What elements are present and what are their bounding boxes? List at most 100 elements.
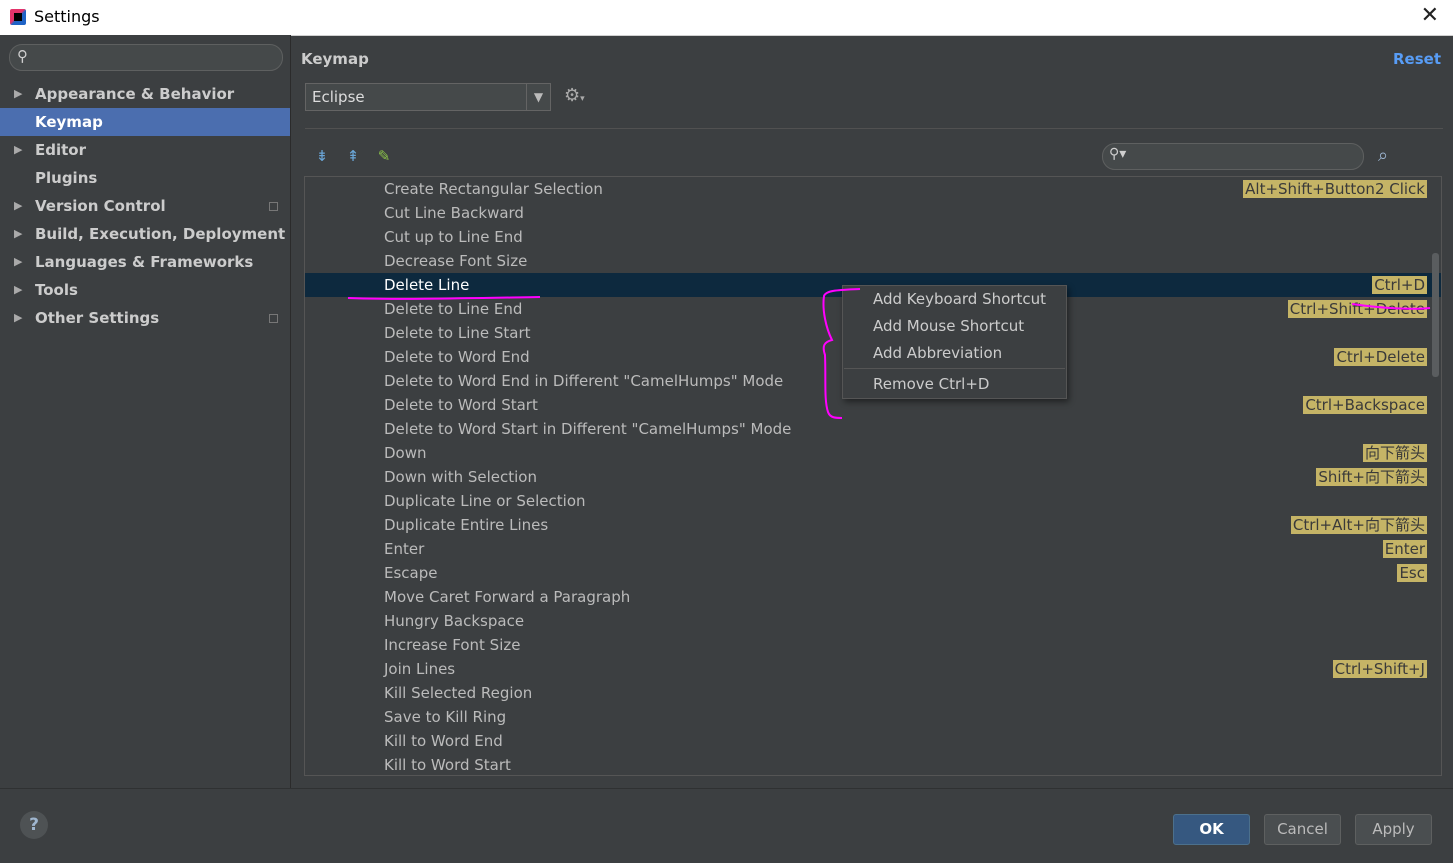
menu-item-add-keyboard-shortcut[interactable]: Add Keyboard Shortcut bbox=[873, 290, 1046, 308]
shortcut-badge: Shift+向下箭头 bbox=[1316, 468, 1427, 486]
action-name: Delete to Line End bbox=[384, 300, 523, 318]
search-icon: ⚲ bbox=[17, 47, 28, 65]
project-scope-icon bbox=[269, 202, 278, 211]
sidebar-item-build-execution-deployment[interactable]: ▶ Build, Execution, Deployment bbox=[0, 220, 290, 248]
sidebar-item-label: Tools bbox=[35, 281, 78, 299]
menu-item-add-mouse-shortcut[interactable]: Add Mouse Shortcut bbox=[873, 317, 1024, 335]
action-search-input[interactable]: ⚲▾ bbox=[1102, 143, 1364, 170]
expand-arrow-icon[interactable]: ▶ bbox=[14, 192, 22, 220]
expand-arrow-icon[interactable]: ▶ bbox=[14, 80, 22, 108]
action-name: Create Rectangular Selection bbox=[384, 180, 603, 198]
action-row[interactable]: Save to Kill Ring bbox=[305, 705, 1441, 729]
action-row[interactable]: Create Rectangular Selection Alt+Shift+Bu… bbox=[305, 177, 1441, 201]
sidebar-item-label: Languages & Frameworks bbox=[35, 253, 254, 271]
apply-button[interactable]: Apply bbox=[1355, 814, 1432, 845]
close-icon[interactable]: ✕ bbox=[1421, 3, 1439, 28]
action-row[interactable]: Cut Line Backward bbox=[305, 201, 1441, 225]
action-name: Kill Selected Region bbox=[384, 684, 533, 702]
menu-separator bbox=[844, 368, 1065, 369]
sidebar-item-keymap[interactable]: Keymap bbox=[0, 108, 290, 136]
action-row[interactable]: Join Lines Ctrl+Shift+J bbox=[305, 657, 1441, 681]
project-scope-icon bbox=[269, 314, 278, 323]
keymap-panel: Keymap Reset Eclipse ▼ ⚙▾ ⇟ ⇞ ✎ ⚲▾ ⌕ Cre… bbox=[291, 35, 1453, 788]
action-row[interactable]: Duplicate Line or Selection bbox=[305, 489, 1441, 513]
action-row[interactable]: Enter Enter bbox=[305, 537, 1441, 561]
menu-item-remove-shortcut[interactable]: Remove Ctrl+D bbox=[873, 375, 989, 393]
section-divider bbox=[305, 128, 1443, 129]
window-title-bar: Settings ✕ bbox=[0, 0, 1453, 36]
action-name: Delete to Word End in Different "CamelHu… bbox=[384, 372, 784, 390]
action-row[interactable]: Down 向下箭头 bbox=[305, 441, 1441, 465]
settings-nav: ▶ Appearance & Behavior Keymap ▶ Editor … bbox=[0, 80, 290, 332]
sidebar-item-other-settings[interactable]: ▶ Other Settings bbox=[0, 304, 290, 332]
chevron-down-icon[interactable]: ▼ bbox=[526, 84, 550, 110]
sidebar-item-label: Editor bbox=[35, 141, 86, 159]
action-row[interactable]: Down with Selection Shift+向下箭头 bbox=[305, 465, 1441, 489]
action-name: Move Caret Forward a Paragraph bbox=[384, 588, 631, 606]
expand-arrow-icon[interactable]: ▶ bbox=[14, 136, 22, 164]
context-menu: Add Keyboard Shortcut Add Mouse Shortcut… bbox=[842, 285, 1067, 399]
action-row[interactable]: Escape Esc bbox=[305, 561, 1441, 585]
expand-all-icon[interactable]: ⇟ bbox=[313, 147, 331, 165]
sidebar-item-version-control[interactable]: ▶ Version Control bbox=[0, 192, 290, 220]
footer-divider bbox=[0, 788, 1453, 789]
shortcut-badge: Ctrl+D bbox=[1372, 276, 1427, 294]
menu-item-add-abbreviation[interactable]: Add Abbreviation bbox=[873, 344, 1002, 362]
sidebar-item-editor[interactable]: ▶ Editor bbox=[0, 136, 290, 164]
help-icon[interactable]: ? bbox=[20, 811, 48, 839]
expand-arrow-icon[interactable]: ▶ bbox=[14, 248, 22, 276]
edit-icon[interactable]: ✎ bbox=[375, 147, 393, 165]
action-list[interactable]: Create Rectangular Selection Alt+Shift+Bu… bbox=[304, 176, 1442, 776]
expand-arrow-icon[interactable]: ▶ bbox=[14, 276, 22, 304]
sidebar-item-label: Keymap bbox=[35, 113, 103, 131]
action-row[interactable]: Decrease Font Size bbox=[305, 249, 1441, 273]
action-name: Escape bbox=[384, 564, 438, 582]
action-name: Down bbox=[384, 444, 427, 462]
ok-button[interactable]: OK bbox=[1173, 814, 1250, 845]
action-name: Duplicate Entire Lines bbox=[384, 516, 549, 534]
window-title: Settings bbox=[34, 7, 100, 26]
shortcut-badge: Alt+Shift+Button2 Click bbox=[1243, 180, 1427, 198]
action-row[interactable]: Hungry Backspace bbox=[305, 609, 1441, 633]
action-row[interactable]: Delete to Word Start in Different "Camel… bbox=[305, 417, 1441, 441]
action-row[interactable]: Duplicate Entire Lines Ctrl+Alt+向下箭头 bbox=[305, 513, 1441, 537]
settings-search-input[interactable]: ⚲ bbox=[9, 44, 283, 71]
action-row[interactable]: Increase Font Size bbox=[305, 633, 1441, 657]
keymap-select[interactable]: Eclipse ▼ bbox=[305, 83, 551, 111]
action-row[interactable]: Kill to Word Start bbox=[305, 753, 1441, 775]
action-name: Kill to Word End bbox=[384, 732, 503, 750]
sidebar-item-plugins[interactable]: Plugins bbox=[0, 164, 290, 192]
action-row[interactable]: Move Caret Forward a Paragraph bbox=[305, 585, 1441, 609]
expand-arrow-icon[interactable]: ▶ bbox=[14, 304, 22, 332]
collapse-all-icon[interactable]: ⇞ bbox=[344, 147, 362, 165]
gear-icon[interactable]: ⚙▾ bbox=[564, 85, 585, 106]
shortcut-badge: Ctrl+Delete bbox=[1334, 348, 1427, 366]
find-by-shortcut-icon[interactable]: ⌕ bbox=[1378, 145, 1388, 166]
action-name: Hungry Backspace bbox=[384, 612, 525, 630]
sidebar-item-appearance-behavior[interactable]: ▶ Appearance & Behavior bbox=[0, 80, 290, 108]
scrollbar-thumb[interactable] bbox=[1432, 253, 1439, 377]
sidebar-item-label: Appearance & Behavior bbox=[35, 85, 235, 103]
sidebar-item-tools[interactable]: ▶ Tools bbox=[0, 276, 290, 304]
action-row[interactable]: Kill Selected Region bbox=[305, 681, 1441, 705]
reset-link[interactable]: Reset bbox=[1393, 50, 1441, 68]
action-name: Increase Font Size bbox=[384, 636, 521, 654]
action-name: Delete to Word End bbox=[384, 348, 530, 366]
expand-arrow-icon[interactable]: ▶ bbox=[14, 220, 22, 248]
sidebar-item-label: Other Settings bbox=[35, 309, 160, 327]
sidebar-item-languages-frameworks[interactable]: ▶ Languages & Frameworks bbox=[0, 248, 290, 276]
action-row[interactable]: Cut up to Line End bbox=[305, 225, 1441, 249]
action-name: Join Lines bbox=[384, 660, 456, 678]
shortcut-badge: Ctrl+Shift+Delete bbox=[1287, 300, 1427, 318]
settings-sidebar: ⚲ ▶ Appearance & Behavior Keymap ▶ Edito… bbox=[0, 35, 290, 788]
action-name: Delete Line bbox=[384, 276, 470, 294]
action-name: Down with Selection bbox=[384, 468, 537, 486]
action-name: Kill to Word Start bbox=[384, 756, 511, 774]
cancel-button[interactable]: Cancel bbox=[1264, 814, 1341, 845]
action-name: Enter bbox=[384, 540, 425, 558]
keymap-select-value: Eclipse bbox=[312, 88, 365, 106]
shortcut-badge: Ctrl+Alt+向下箭头 bbox=[1290, 516, 1427, 534]
action-name: Duplicate Line or Selection bbox=[384, 492, 586, 510]
action-row[interactable]: Kill to Word End bbox=[305, 729, 1441, 753]
action-name: Cut Line Backward bbox=[384, 204, 524, 222]
